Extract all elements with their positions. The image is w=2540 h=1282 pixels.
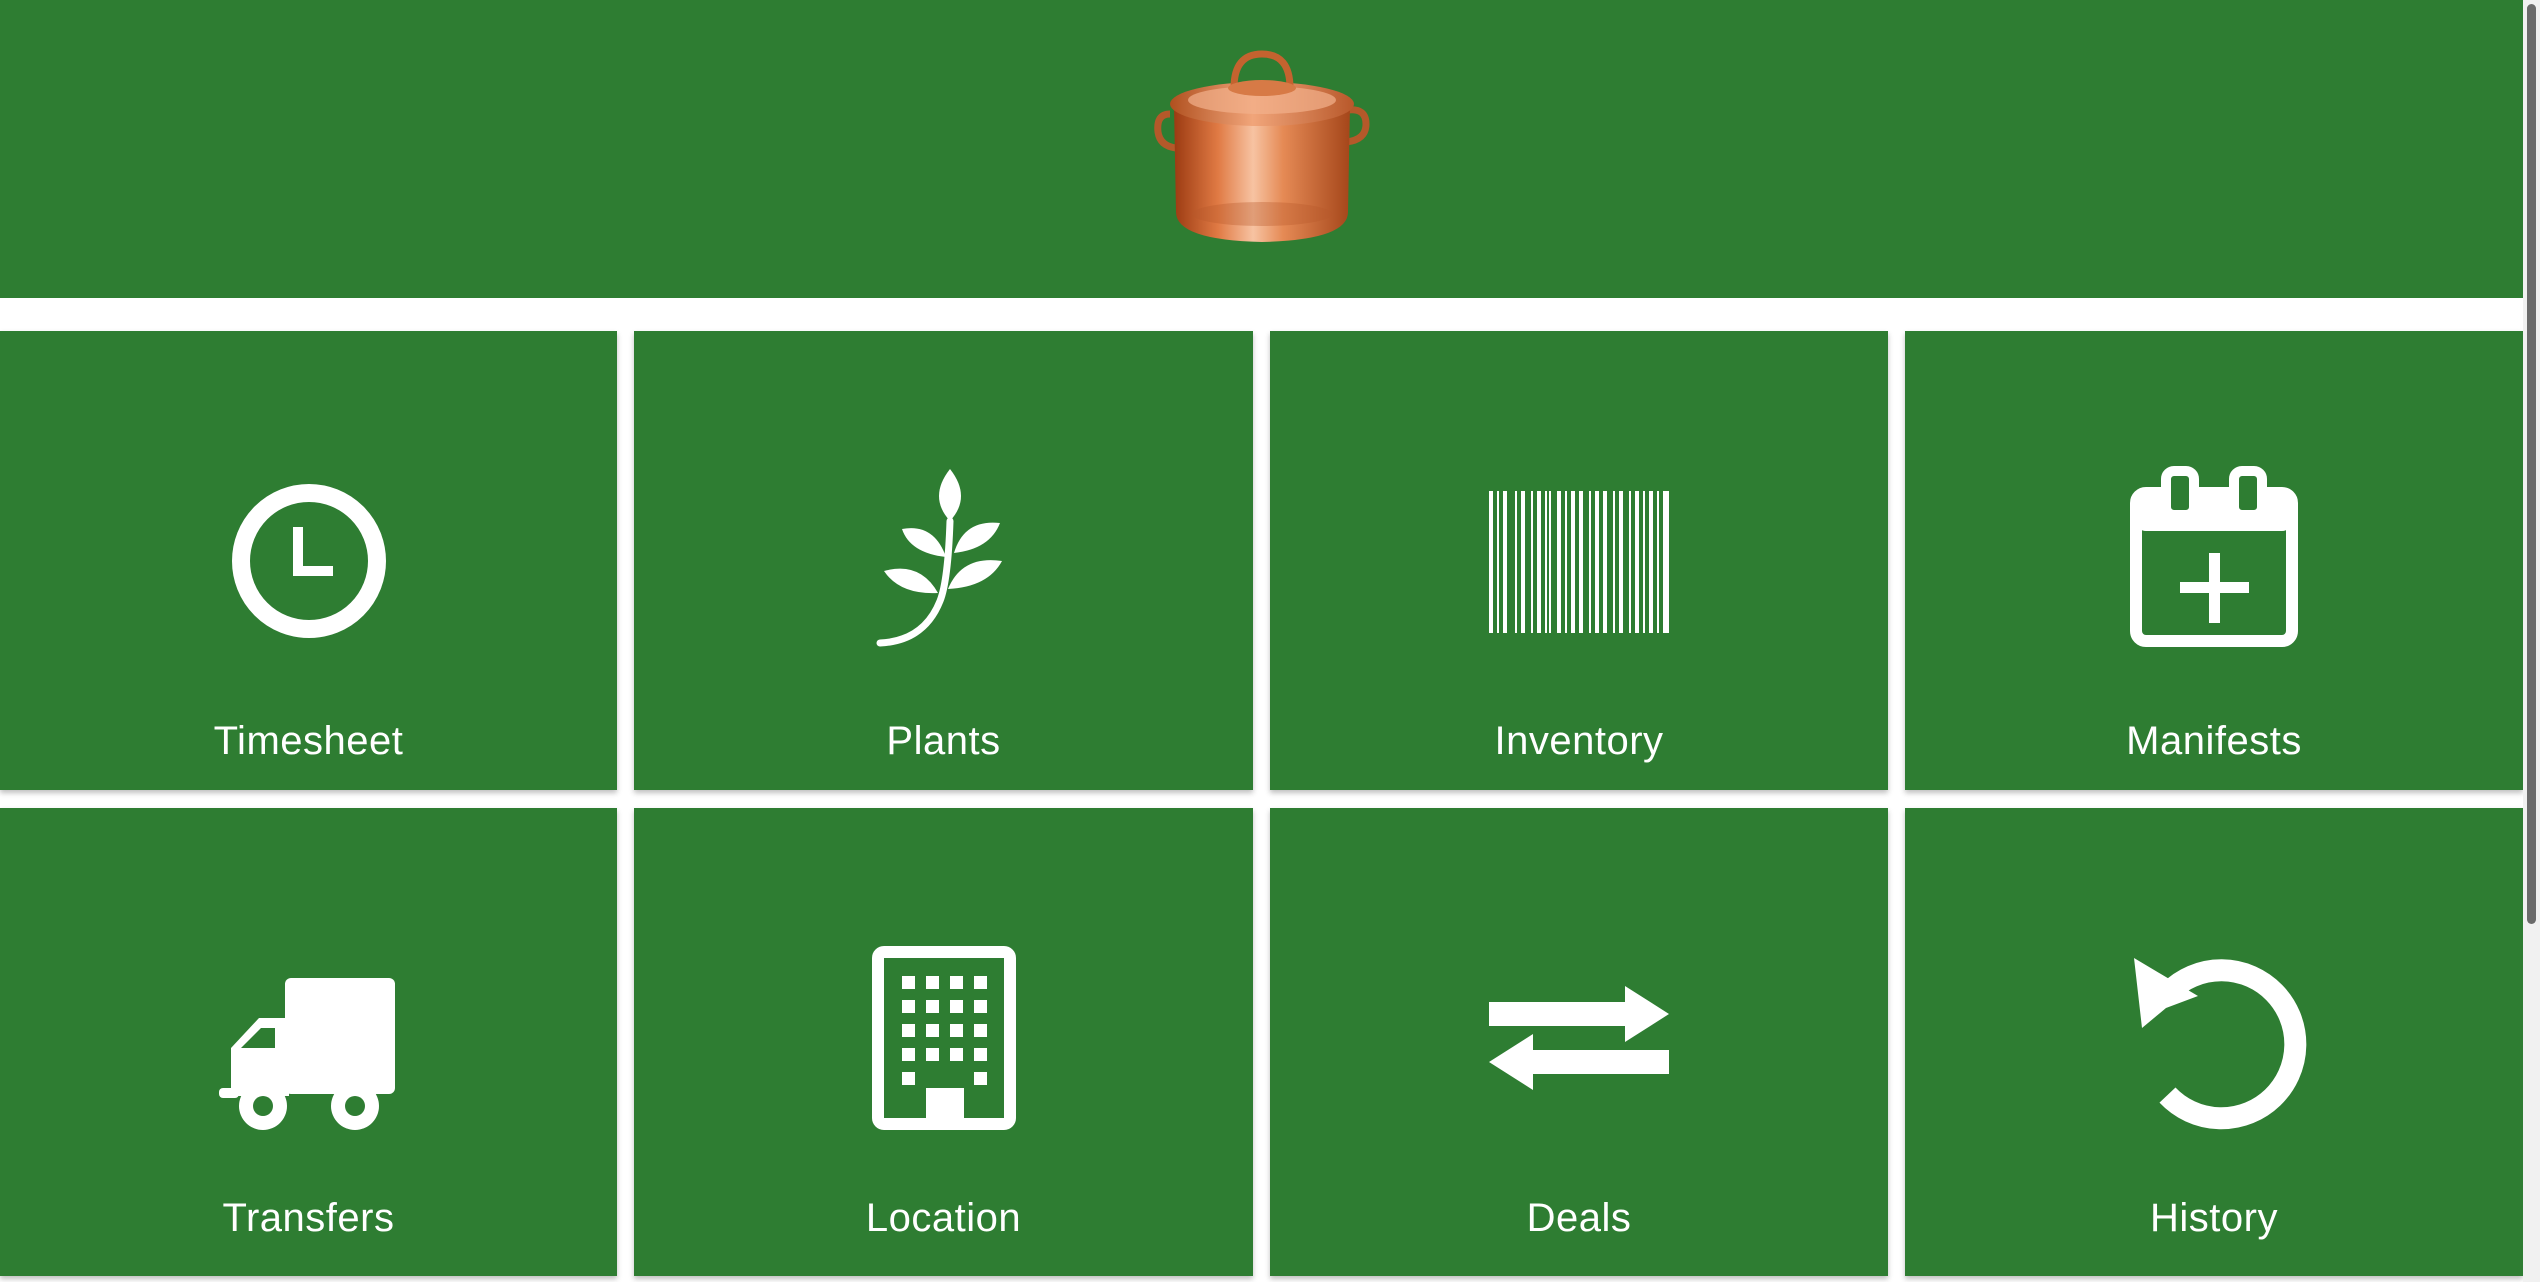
home-screen: Timesheet Plants Inventory Manifests Tra… [0,0,2540,1282]
tile-inventory[interactable]: Inventory [1270,331,1888,790]
tile-plants[interactable]: Plants [634,331,1253,790]
tile-label: Transfers [222,1196,395,1240]
tile-history[interactable]: History [1905,808,2523,1276]
menu-grid: Timesheet Plants Inventory Manifests Tra… [0,331,2523,1276]
tile-transfers[interactable]: Transfers [0,808,617,1276]
clock-icon [209,461,409,661]
tile-label: Inventory [1494,719,1664,763]
tile-manifests[interactable]: Manifests [1905,331,2523,790]
tile-deals[interactable]: Deals [1270,808,1888,1276]
tile-label: History [2150,1196,2278,1240]
tile-timesheet[interactable]: Timesheet [0,331,617,790]
plant-sprig-icon [844,461,1044,661]
tile-label: Plants [886,719,1001,763]
tile-location[interactable]: Location [634,808,1253,1276]
vertical-scrollbar[interactable] [2523,0,2540,1282]
tile-label: Location [865,1196,1022,1240]
tile-label: Deals [1526,1196,1632,1240]
swap-arrows-icon [1479,938,1679,1138]
scrollbar-thumb[interactable] [2527,4,2536,924]
history-arrow-icon [2114,938,2314,1138]
app-header [0,0,2523,298]
copper-stock-pot-icon [1153,50,1370,242]
tile-label: Manifests [2126,719,2302,763]
calendar-plus-icon [2114,461,2314,661]
tile-label: Timesheet [213,719,404,763]
truck-icon [209,938,409,1138]
building-icon [844,938,1044,1138]
barcode-icon [1479,461,1679,661]
